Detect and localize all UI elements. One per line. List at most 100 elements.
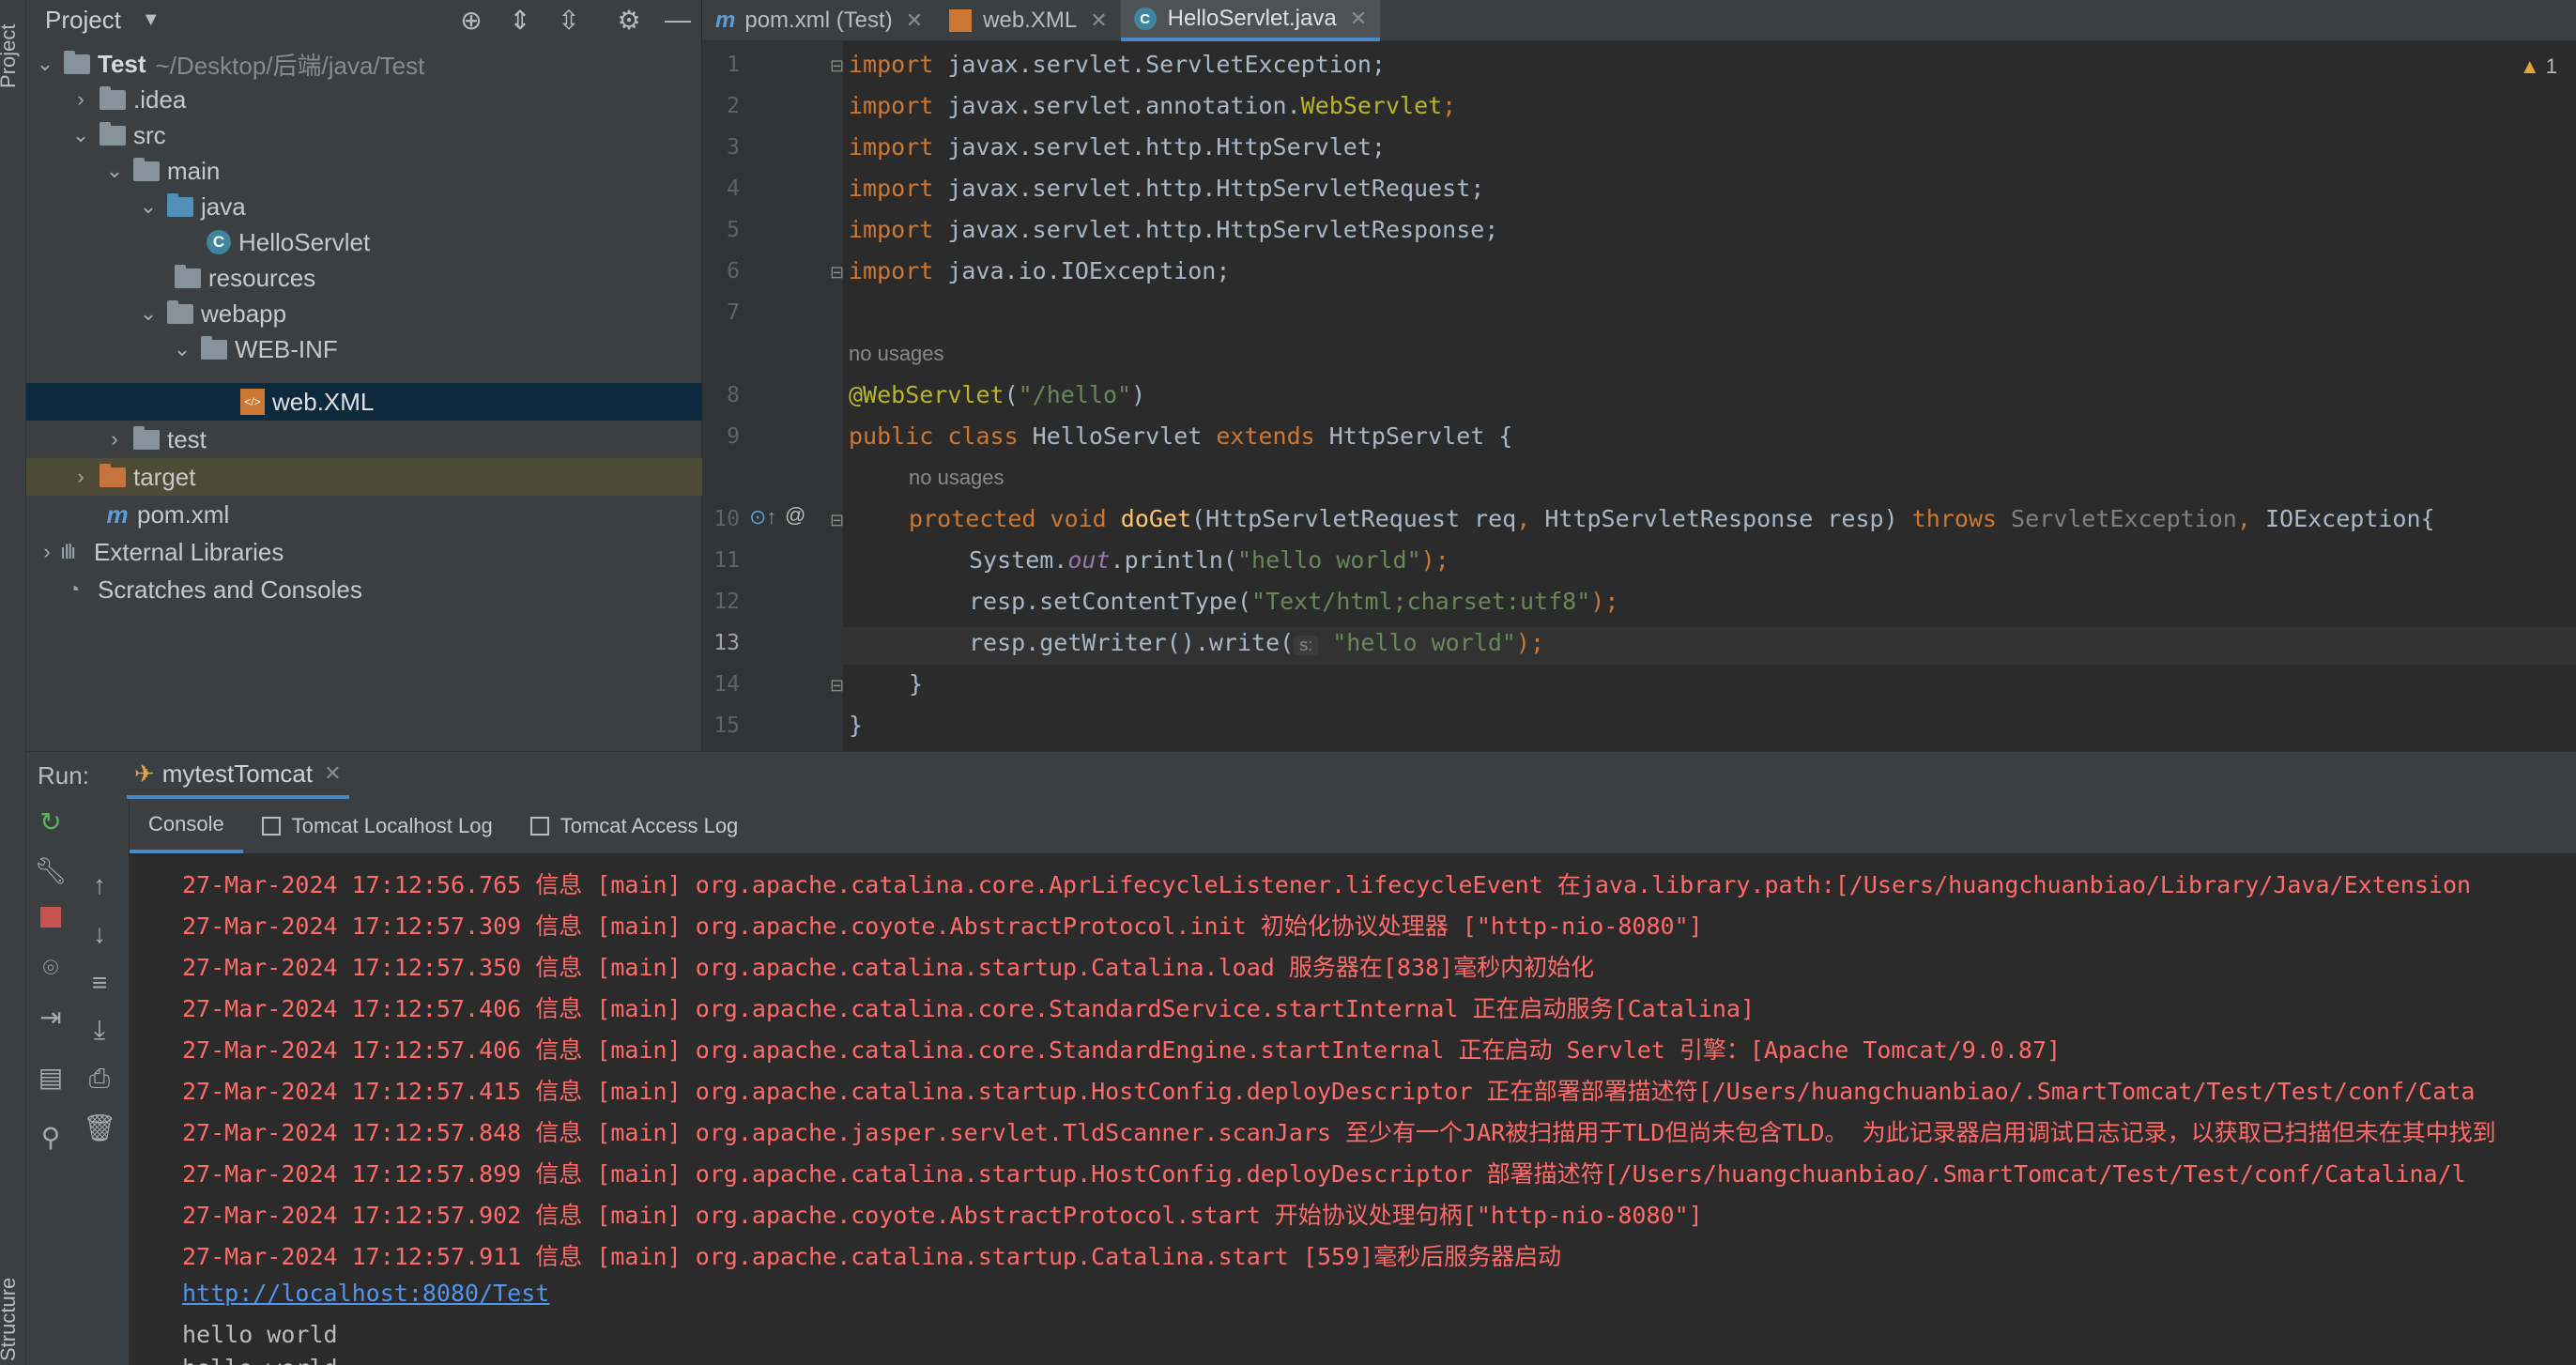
close-icon[interactable]: ✕ — [906, 8, 923, 33]
chevron-right-icon[interactable]: › — [71, 465, 90, 489]
tree-item-label: java — [201, 192, 246, 221]
code-line-2[interactable]: import javax.servlet.annotation.WebServl… — [849, 92, 1456, 119]
console-line: 27-Mar-2024 17:12:56.765 信息 [main] org.a… — [182, 871, 2472, 898]
soft-wrap-icon[interactable]: ≡ — [75, 968, 124, 998]
chevron-down-icon[interactable]: ▼ — [142, 9, 161, 31]
print-icon[interactable]: ⎙ — [75, 1064, 124, 1095]
collapse-all-icon[interactable]: ⇳ — [544, 5, 593, 36]
tree-item-target[interactable]: › target — [26, 458, 702, 496]
tab-tomcat-localhost-log[interactable]: Tomcat Localhost Log — [243, 799, 512, 853]
camera-icon[interactable]: ⌾ — [26, 953, 75, 984]
locate-icon[interactable]: ⊕ — [447, 5, 496, 36]
tree-item-web-inf[interactable]: ⌄ WEB-INF — [26, 330, 702, 368]
close-icon[interactable]: ✕ — [1090, 8, 1107, 33]
console-url-link[interactable]: http://localhost:8080/Test — [182, 1280, 549, 1307]
tree-item-test[interactable]: › test — [26, 421, 702, 458]
code-line-8[interactable]: @WebServlet("/hello") — [849, 381, 1145, 408]
layout-icon[interactable]: ▤ — [26, 1062, 75, 1093]
minimize-icon[interactable]: — — [653, 5, 702, 35]
warning-icon: ▲ — [2519, 54, 2540, 78]
project-panel-tools: ⊕ ⇕ ⇳ ⚙ — — [447, 0, 702, 39]
tree-item-helloservlet[interactable]: C HelloServlet — [26, 223, 702, 261]
chevron-right-icon[interactable]: › — [38, 540, 56, 564]
fold-icon[interactable]: ⊟ — [830, 511, 844, 530]
folder-icon — [167, 299, 193, 324]
code-line-9[interactable]: public class HelloServlet extends HttpSe… — [849, 422, 1512, 450]
tab-console[interactable]: Console — [130, 799, 243, 853]
code-line-11[interactable]: System.out.println("hello world"); — [969, 546, 1449, 574]
tab-label: Tomcat Access Log — [560, 814, 739, 837]
code-line-6[interactable]: import java.io.IOException; — [849, 257, 1230, 284]
tab-helloservlet-java[interactable]: C HelloServlet.java ✕ — [1120, 0, 1381, 41]
tree-item-test-root[interactable]: ⌄ Test ~/Desktop/后端/java/Test — [26, 45, 702, 83]
close-icon[interactable]: ✕ — [1350, 7, 1367, 31]
warning-indicator[interactable]: ▲ 1 — [2520, 54, 2557, 79]
stop-icon[interactable] — [26, 904, 75, 934]
tree-item-web-xml[interactable]: </> web.XML — [26, 383, 702, 421]
code-line-14[interactable]: } — [909, 670, 923, 698]
console-line: 27-Mar-2024 17:12:57.406 信息 [main] org.a… — [182, 1036, 2062, 1064]
line-number: 5 — [727, 218, 740, 242]
code-line-4[interactable]: import javax.servlet.http.HttpServletReq… — [849, 175, 1484, 202]
chevron-down-icon[interactable]: ⌄ — [105, 159, 124, 183]
chevron-down-icon[interactable]: ⌄ — [36, 52, 54, 76]
tree-item-scratches[interactable]: ◔ Scratches and Consoles — [26, 571, 702, 608]
tree-item-src[interactable]: ⌄ src — [26, 116, 702, 154]
expand-all-icon[interactable]: ⇕ — [496, 5, 544, 36]
tree-item-pom-xml[interactable]: m pom.xml — [26, 496, 702, 533]
tree-item-label: .idea — [133, 84, 187, 114]
code-line-5[interactable]: import javax.servlet.http.HttpServletRes… — [849, 216, 1498, 243]
arrow-up-icon[interactable]: ↑ — [75, 870, 124, 900]
tree-item-webapp[interactable]: ⌄ webapp — [26, 295, 702, 332]
tab-label: web.XML — [983, 8, 1078, 33]
code-line-13[interactable]: resp.getWriter().write(s: "hello world")… — [969, 629, 1544, 656]
tree-item-external-libraries[interactable]: › ıIlı External Libraries — [26, 533, 702, 571]
tab-tomcat-access-log[interactable]: Tomcat Access Log — [512, 799, 758, 853]
chevron-down-icon[interactable]: ⌄ — [139, 194, 158, 219]
chevron-down-icon[interactable]: ⌄ — [139, 301, 158, 326]
tree-item-label: Scratches and Consoles — [98, 575, 362, 604]
close-icon[interactable]: ✕ — [324, 761, 341, 786]
fold-icon[interactable]: ⊟ — [830, 56, 844, 76]
xml-file-icon — [949, 9, 973, 32]
java-class-icon: C — [207, 230, 231, 254]
gear-icon[interactable]: ⚙ — [605, 5, 653, 36]
tree-item-resources[interactable]: resources — [26, 259, 702, 297]
no-usages-hint[interactable]: no usages — [849, 342, 944, 366]
arrow-down-icon[interactable]: ↓ — [75, 919, 124, 949]
wrench-icon[interactable]: 🔧︎ — [26, 855, 75, 886]
fold-icon[interactable]: ⊟ — [830, 676, 844, 696]
run-toolbar-secondary: ↑ ↓ ≡ ⤓ ⎙ 🗑︎ — [75, 799, 130, 1365]
tree-item-java[interactable]: ⌄ java — [26, 188, 702, 225]
run-config-tab[interactable]: ✈ mytestTomcat ✕ — [126, 752, 349, 799]
console-line: 27-Mar-2024 17:12:57.415 信息 [main] org.a… — [182, 1078, 2476, 1105]
exit-icon[interactable]: ⇥ — [26, 1002, 75, 1033]
code-line-10[interactable]: protected void doGet(HttpServletRequest … — [909, 505, 2435, 532]
scroll-to-end-icon[interactable]: ⤓ — [75, 1015, 124, 1046]
rerun-icon[interactable]: ↻ — [26, 806, 75, 837]
code-line-1[interactable]: import javax.servlet.ServletException; — [849, 51, 1386, 78]
code-line-15[interactable]: } — [849, 712, 863, 739]
tree-item-idea[interactable]: › .idea — [26, 81, 702, 118]
line-number: 13 — [713, 631, 740, 655]
tree-item-label: web.XML — [272, 387, 375, 416]
code-line-12[interactable]: resp.setContentType("Text/html;charset:u… — [969, 588, 1618, 615]
tomcat-icon: ✈ — [133, 759, 155, 788]
override-method-icon[interactable]: ⊙↑ — [749, 505, 776, 529]
at-icon[interactable]: @ — [785, 503, 805, 528]
no-usages-hint[interactable]: no usages — [909, 466, 1004, 490]
chevron-right-icon[interactable]: › — [105, 427, 124, 452]
tab-web-xml[interactable]: web.XML ✕ — [936, 0, 1120, 41]
pin-icon[interactable]: ⚲ — [26, 1122, 75, 1153]
fold-icon[interactable]: ⊟ — [830, 263, 844, 283]
chevron-right-icon[interactable]: › — [71, 87, 90, 112]
chevron-down-icon[interactable]: ⌄ — [173, 337, 192, 361]
project-panel-title[interactable]: Project — [45, 6, 121, 35]
tree-item-label: webapp — [201, 299, 287, 328]
trash-icon[interactable]: 🗑︎ — [75, 1112, 124, 1143]
line-number: 9 — [727, 424, 740, 449]
code-line-3[interactable]: import javax.servlet.http.HttpServlet; — [849, 133, 1386, 161]
tab-pom-xml[interactable]: m pom.xml (Test) ✕ — [702, 0, 936, 41]
chevron-down-icon[interactable]: ⌄ — [71, 123, 90, 147]
tree-item-main[interactable]: ⌄ main — [26, 152, 702, 190]
